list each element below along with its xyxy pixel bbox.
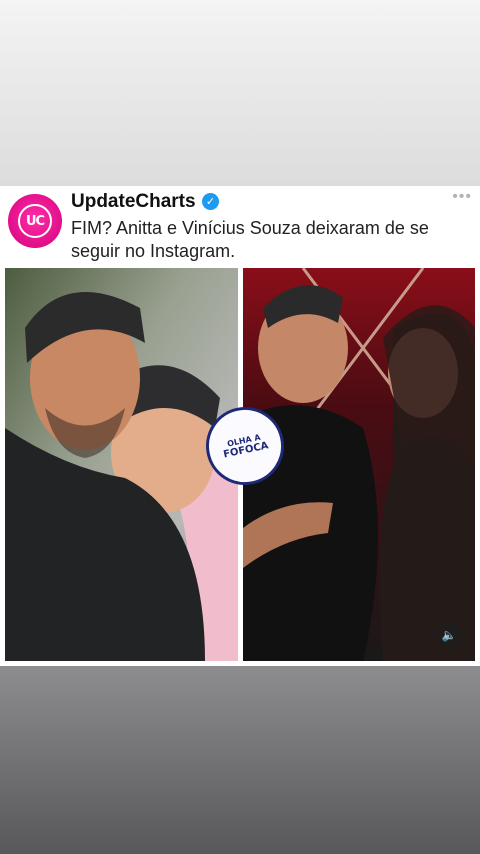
avatar-logo: UC bbox=[18, 204, 52, 238]
story-top-background bbox=[0, 0, 480, 186]
couple-selfie-photo[interactable] bbox=[5, 268, 238, 661]
speaker-icon[interactable]: 🔈 bbox=[436, 622, 462, 648]
tweet-text: FIM? Anitta e Vinícius Souza deixaram de… bbox=[71, 218, 429, 261]
account-avatar[interactable]: UC bbox=[8, 194, 62, 248]
account-name[interactable]: UpdateCharts bbox=[71, 191, 196, 213]
story-bottom-background bbox=[0, 666, 480, 854]
verified-icon: ✓ bbox=[202, 193, 219, 210]
more-options-icon[interactable]: ••• bbox=[452, 188, 472, 206]
selfie-illustration bbox=[5, 268, 238, 661]
